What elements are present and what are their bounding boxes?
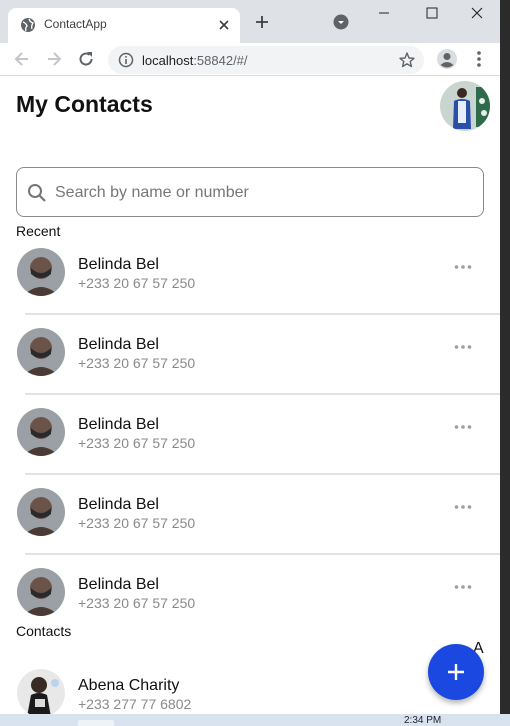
globe-icon	[21, 18, 35, 32]
browser-toolbar: localhost:58842/#/	[0, 43, 500, 76]
more-options-icon[interactable]	[454, 584, 472, 590]
row-divider	[25, 473, 500, 475]
contact-phone: +233 277 77 6802	[78, 696, 192, 712]
reload-icon[interactable]	[76, 49, 96, 69]
contact-name: Belinda Bel	[78, 336, 159, 353]
maximize-icon[interactable]	[421, 4, 443, 22]
more-options-icon[interactable]	[454, 424, 472, 430]
more-options-icon[interactable]	[454, 344, 472, 350]
contact-avatar	[17, 488, 65, 536]
contacts-section-label: Contacts	[16, 623, 72, 639]
bookmark-star-icon[interactable]	[398, 51, 416, 69]
contact-row[interactable]: Abena Charity +233 277 77 6802	[0, 661, 500, 714]
user-photo	[440, 81, 490, 131]
more-options-icon[interactable]	[454, 264, 472, 270]
contact-avatar	[17, 669, 65, 714]
browser-tabstrip: ContactApp	[0, 0, 500, 43]
contact-photo	[17, 669, 65, 714]
contact-name: Belinda Bel	[78, 496, 159, 513]
contact-name: Belinda Bel	[78, 256, 159, 273]
contact-photo	[17, 488, 65, 536]
recent-contact-row[interactable]: Belinda Bel +233 20 67 57 250	[0, 480, 500, 560]
contact-phone: +233 20 67 57 250	[78, 595, 196, 611]
contact-phone: +233 20 67 57 250	[78, 435, 196, 451]
contact-photo	[17, 328, 65, 376]
recent-section-label: Recent	[16, 223, 61, 239]
taskbar-clock: 2:34 PM	[404, 715, 442, 726]
search-input[interactable]	[55, 180, 475, 206]
os-taskbar: 2:34 PM	[0, 714, 510, 726]
recent-contact-row[interactable]: Belinda Bel +233 20 67 57 250	[0, 400, 500, 480]
contact-name: Belinda Bel	[78, 416, 159, 433]
search-icon	[28, 184, 46, 202]
browser-tab[interactable]: ContactApp	[8, 8, 240, 43]
contact-name: Abena Charity	[78, 677, 180, 694]
url-path: :58842/#/	[193, 53, 248, 68]
contact-photo	[17, 568, 65, 616]
contact-name: Belinda Bel	[78, 576, 159, 593]
new-tab-icon[interactable]	[254, 14, 270, 30]
tab-title: ContactApp	[44, 17, 107, 31]
kebab-menu-icon[interactable]	[471, 49, 487, 69]
search-field[interactable]	[16, 167, 484, 217]
url-text: localhost:58842/#/	[142, 53, 248, 68]
back-arrow-icon[interactable]	[12, 49, 32, 69]
profile-icon[interactable]	[436, 48, 458, 70]
info-icon[interactable]	[118, 52, 134, 68]
contact-phone: +233 20 67 57 250	[78, 515, 196, 531]
contact-phone: +233 20 67 57 250	[78, 275, 196, 291]
more-options-icon[interactable]	[454, 504, 472, 510]
url-host: localhost	[142, 53, 194, 68]
contact-photo	[17, 408, 65, 456]
recent-contact-row[interactable]: Belinda Bel +233 20 67 57 250	[0, 560, 500, 640]
tab-search-icon[interactable]	[333, 14, 349, 30]
contact-avatar	[17, 248, 65, 296]
plus-icon	[448, 664, 464, 680]
row-divider	[25, 553, 500, 555]
contact-avatar	[17, 408, 65, 456]
contact-avatar	[17, 568, 65, 616]
user-avatar[interactable]	[440, 81, 490, 131]
contact-phone: +233 20 67 57 250	[78, 355, 196, 371]
contact-avatar	[17, 328, 65, 376]
row-divider	[25, 313, 500, 315]
address-bar[interactable]: localhost:58842/#/	[108, 46, 424, 74]
forward-arrow-icon[interactable]	[44, 49, 64, 69]
contact-photo	[17, 248, 65, 296]
page-title: My Contacts	[16, 91, 153, 117]
close-tab-icon[interactable]	[216, 17, 232, 33]
app-page: My Contacts Recent Belin	[0, 77, 500, 714]
recent-contact-row[interactable]: Belinda Bel +233 20 67 57 250	[0, 320, 500, 400]
desktop-background	[500, 0, 510, 726]
taskbar-item[interactable]	[78, 720, 114, 726]
window-close-icon[interactable]	[466, 4, 488, 22]
add-contact-button[interactable]	[428, 644, 484, 700]
recent-contact-row[interactable]: Belinda Bel +233 20 67 57 250	[0, 240, 500, 320]
minimize-icon[interactable]	[373, 4, 395, 22]
row-divider	[25, 393, 500, 395]
